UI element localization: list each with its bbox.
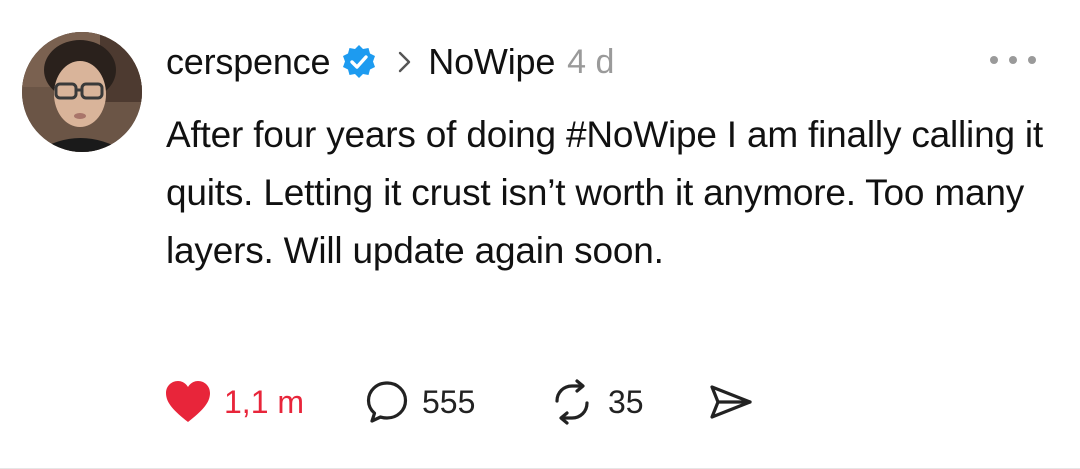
username[interactable]: cerspence: [166, 41, 330, 83]
post-card[interactable]: cerspence NoWipe 4 d After four years of…: [0, 0, 1080, 469]
more-dot: [990, 56, 998, 64]
like-count: 1,1 m: [224, 383, 305, 420]
community-link[interactable]: NoWipe: [428, 41, 555, 83]
action-bar: 1,1 m 555 35: [164, 378, 768, 426]
avatar[interactable]: [22, 32, 142, 152]
avatar-image: [22, 32, 142, 152]
more-dot: [1009, 56, 1017, 64]
more-icon[interactable]: [990, 50, 1036, 70]
post-time: 4 d: [567, 42, 615, 81]
more-dot: [1028, 56, 1036, 64]
post-header: cerspence NoWipe 4 d: [166, 38, 614, 86]
repost-count: 35: [608, 383, 644, 420]
comment-icon: [366, 381, 408, 423]
send-icon: [710, 385, 752, 419]
repost-button[interactable]: 35: [548, 379, 708, 425]
repost-icon: [555, 379, 589, 425]
heart-icon: [166, 381, 210, 422]
like-button[interactable]: 1,1 m: [164, 380, 364, 424]
chevron-right-icon: [396, 48, 414, 76]
verified-badge-icon: [340, 43, 378, 81]
reply-button[interactable]: 555: [364, 379, 548, 425]
share-button[interactable]: [708, 382, 768, 422]
post-text: After four years of doing #NoWipe I am f…: [166, 114, 1043, 271]
reply-count: 555: [422, 383, 476, 420]
